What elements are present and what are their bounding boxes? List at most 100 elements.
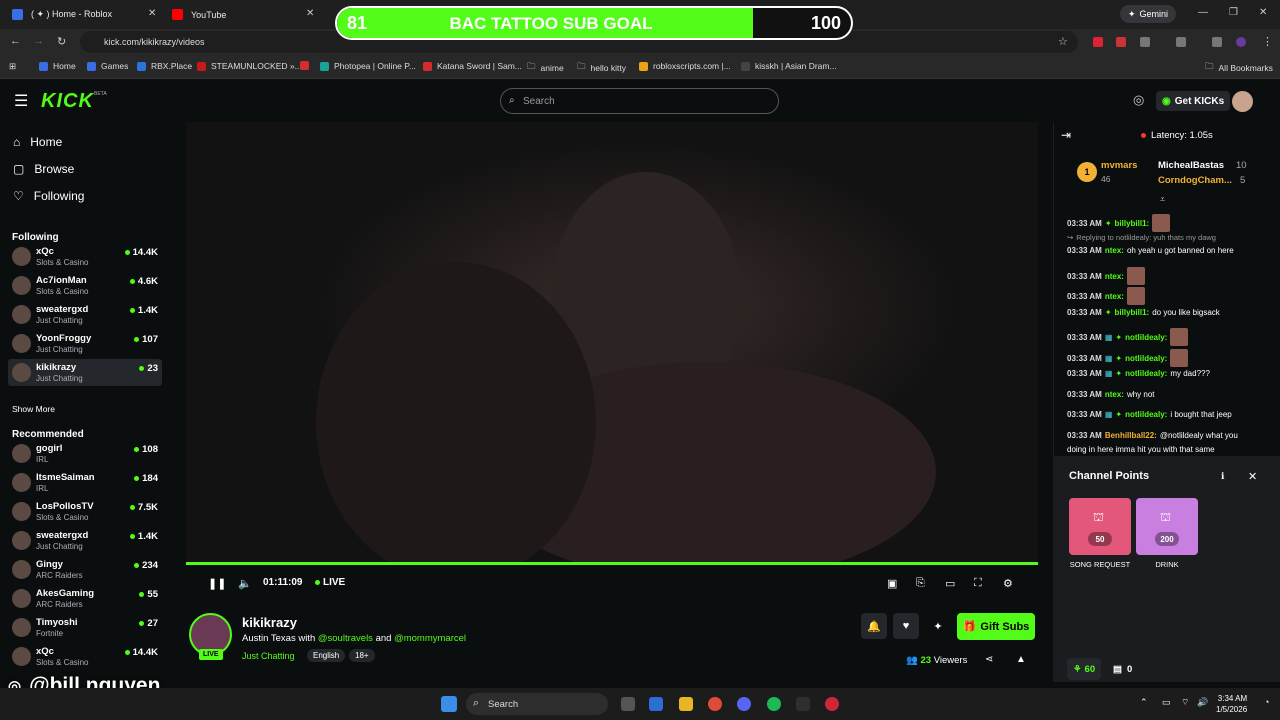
taskbar-search[interactable]: ⌕ Search <box>466 693 608 715</box>
gemini-button[interactable]: ✦ Gemini <box>1120 5 1177 23</box>
leaderboard-third-name[interactable]: CorndogCham... <box>1158 175 1232 186</box>
bookmark-star-icon[interactable]: ☆ <box>1058 35 1068 48</box>
media-icon[interactable] <box>1212 37 1222 47</box>
close-tab-icon[interactable]: ✕ <box>148 8 156 19</box>
video-player[interactable] <box>186 122 1038 562</box>
bookmark-steamunlocked[interactable]: STEAMUNLOCKED »... <box>197 61 302 71</box>
stream-category[interactable]: Just Chatting <box>242 651 295 661</box>
discord-icon[interactable] <box>737 697 751 711</box>
bookmark-games[interactable]: Games <box>87 61 128 71</box>
sidebar-item-following[interactable]: ♡ Following <box>13 189 84 203</box>
close-icon[interactable]: ✕ <box>1248 470 1257 483</box>
opera-icon[interactable] <box>825 697 839 711</box>
windows-start-icon[interactable] <box>441 696 457 712</box>
streamer-name[interactable]: kikikrazy <box>242 615 297 630</box>
bookmark-robloxscripts[interactable]: robloxscripts.com |... <box>639 61 731 71</box>
sidebar-channel-akesgaming[interactable]: AkesGaming ARC Raiders 55 <box>8 585 162 612</box>
back-icon[interactable]: ← <box>10 35 21 47</box>
pause-icon[interactable]: ❚❚ <box>208 577 226 590</box>
chat-username[interactable]: billybill1: <box>1115 308 1150 317</box>
sidebar-channel-ac7ionman[interactable]: Ac7ionMan Slots & Casino 4.6K <box>8 272 162 299</box>
tray-icon[interactable]: ▭ <box>1162 697 1171 708</box>
search-input[interactable]: ⌕ Search <box>500 88 779 114</box>
extensions-puzzle-icon[interactable] <box>1140 37 1150 47</box>
reload-icon[interactable]: ↻ <box>57 35 66 48</box>
channel-points-balance[interactable]: ⚘ 60 <box>1067 658 1102 680</box>
profile-icon[interactable] <box>1236 37 1246 47</box>
follow-button[interactable]: ♥ <box>893 613 919 639</box>
sidebar-channel-yoonfroggy[interactable]: YoonFroggy Just Chatting 107 <box>8 330 162 357</box>
bookmark-unnamed[interactable] <box>300 61 309 70</box>
sidebar-channel-sweatergxd[interactable]: sweatergxd Just Chatting 1.4K <box>8 301 162 328</box>
chat-username[interactable]: notlildealy: <box>1125 333 1167 342</box>
miniplayer-icon[interactable]: ▣ <box>887 577 897 590</box>
bookmark-rbx-place[interactable]: RBX.Place <box>137 61 192 71</box>
sidebar-channel-xqc[interactable]: xQc Slots & Casino 14.4K <box>8 643 162 670</box>
sidebar-item-browse[interactable]: ▢ Browse <box>13 162 74 176</box>
chat-username[interactable]: billybill1: <box>1115 219 1150 228</box>
kick-logo[interactable]: KICK <box>41 90 94 113</box>
get-kicks-button[interactable]: ◉ Get KICKs <box>1156 91 1231 111</box>
settings-gear-icon[interactable]: ⚙ <box>1003 577 1013 590</box>
report-icon[interactable]: ▲ <box>1016 654 1026 665</box>
leaderboard-second-name[interactable]: MichealBastas <box>1158 160 1224 171</box>
bookmark-kisskh[interactable]: kisskh | Asian Dram... <box>741 61 837 71</box>
sidebar-channel-sweatergxd[interactable]: sweatergxd Just Chatting 1.4K <box>8 527 162 554</box>
more-menu-icon[interactable]: ⋮ <box>1262 35 1273 48</box>
sidebar-channel-itsmesaiman[interactable]: ItsmeSaiman IRL 184 <box>8 469 162 496</box>
tag-language[interactable]: English <box>307 649 346 662</box>
tab-youtube[interactable]: YouTube <box>172 4 226 25</box>
sidebar-channel-gogirl[interactable]: gogirl IRL 108 <box>8 440 162 467</box>
spotify-icon[interactable] <box>767 697 781 711</box>
sidebar-channel-lospollostv[interactable]: LosPollosTV Slots & Casino 7.5K <box>8 498 162 525</box>
extension-icon[interactable] <box>1093 37 1103 47</box>
chat-username[interactable]: ntex: <box>1105 246 1124 255</box>
apps-icon[interactable]: ⊞ <box>9 61 16 72</box>
sidebar-channel-kikikrazy[interactable]: kikikrazy Just Chatting 23 <box>8 359 162 386</box>
bookmark-photopea[interactable]: Photopea | Online P... <box>320 61 416 71</box>
chat-username[interactable]: ntex: <box>1105 272 1124 281</box>
chat-username[interactable]: ntex: <box>1105 292 1124 301</box>
app-icon[interactable] <box>796 697 810 711</box>
live-indicator[interactable]: LIVE <box>315 577 345 588</box>
user-avatar[interactable] <box>1232 91 1253 112</box>
reward-drink[interactable]: ⛫ 200 <box>1136 498 1198 555</box>
taskbar-clock[interactable]: 3:34 AM 1/5/2026 <box>1216 693 1247 715</box>
gift-subs-button[interactable]: 🎁 Gift Subs <box>957 613 1035 640</box>
wifi-icon[interactable]: ⌔ <box>1181 697 1189 708</box>
chat-username[interactable]: ntex: <box>1105 390 1124 399</box>
notifications-icon[interactable]: ◔ <box>1264 697 1269 707</box>
close-tab-icon[interactable]: ✕ <box>306 8 314 19</box>
share-icon[interactable]: ⋖ <box>985 654 993 665</box>
reward-song-request[interactable]: ⛫ 50 <box>1069 498 1131 555</box>
all-bookmarks[interactable]: 🗀 All Bookmarks <box>1205 61 1273 75</box>
chat-username[interactable]: notlildealy: <box>1125 369 1167 378</box>
leaderboard-top-name[interactable]: mvmars <box>1101 160 1137 171</box>
file-explorer-icon[interactable] <box>679 697 693 711</box>
forward-icon[interactable]: → <box>33 35 44 47</box>
chrome-icon[interactable] <box>708 697 722 711</box>
minimize-icon[interactable]: — <box>1198 7 1208 18</box>
theater-mode-icon[interactable]: ▭ <box>945 577 955 590</box>
tray-chevron-icon[interactable]: ⌃ <box>1140 697 1148 708</box>
volume-icon[interactable]: 🔈 <box>238 577 252 590</box>
sidebar-channel-xqc[interactable]: xQc Slots & Casino 14.4K <box>8 243 162 270</box>
notification-icon[interactable]: ◎ <box>1133 92 1144 108</box>
restore-icon[interactable]: ❐ <box>1229 7 1238 18</box>
expand-leaderboard-icon[interactable]: ⩡ <box>1160 194 1165 205</box>
bookmark-folder-hello-kitty[interactable]: 🗀 hello kitty <box>577 61 626 75</box>
sidebar-channel-timyoshi[interactable]: Timyoshi Fortnite 27 <box>8 614 162 641</box>
info-icon[interactable]: ℹ <box>1221 471 1224 482</box>
secondary-balance[interactable]: ▤ 0 <box>1113 658 1132 680</box>
boost-button[interactable]: ✦ <box>925 613 951 639</box>
bookmark-folder-anime[interactable]: 🗀 anime <box>527 61 564 75</box>
show-more-link[interactable]: Show More <box>12 404 55 414</box>
sidebar-channel-gingy[interactable]: Gingy ARC Raiders 234 <box>8 556 162 583</box>
menu-icon[interactable]: ☰ <box>14 91 28 111</box>
tag-age[interactable]: 18+ <box>349 649 375 662</box>
extension-icon[interactable] <box>1116 37 1126 47</box>
collapse-chat-icon[interactable]: ⇥ <box>1061 128 1071 142</box>
mention-link[interactable]: @soultravels <box>318 633 373 644</box>
app-icon[interactable] <box>621 697 635 711</box>
clip-icon[interactable]: ⎘ <box>916 577 925 590</box>
